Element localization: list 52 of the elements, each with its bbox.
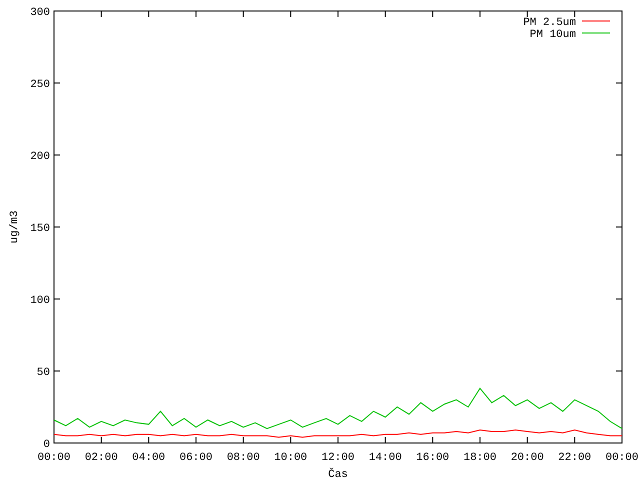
tick-label: 18:00 xyxy=(464,452,496,464)
axis-title: ug/m3 xyxy=(9,210,21,244)
tick-label: 22:00 xyxy=(558,452,592,464)
tick-mark xyxy=(384,436,386,444)
tick-mark xyxy=(574,10,576,18)
tick-mark xyxy=(242,10,244,18)
tick-mark xyxy=(290,436,292,444)
axis-title: Čas xyxy=(328,469,348,480)
tick-label: 04:00 xyxy=(132,452,166,464)
tick-mark xyxy=(290,10,292,18)
tick-label: 10:00 xyxy=(274,452,308,464)
tick-label: 06:00 xyxy=(180,452,212,464)
tick-label: 250 xyxy=(30,79,50,91)
tick-mark xyxy=(616,298,622,300)
tick-mark xyxy=(242,436,244,444)
tick-mark xyxy=(432,10,434,18)
legend-label: PM 10um xyxy=(530,29,576,41)
legend-line xyxy=(582,32,610,34)
tick-label: 0 xyxy=(43,439,50,451)
tick-label: 50 xyxy=(36,367,50,379)
tick-label: 300 xyxy=(30,7,50,19)
tick-mark xyxy=(54,226,60,228)
tick-mark xyxy=(574,436,576,444)
tick-mark xyxy=(54,370,60,372)
legend-label: PM 2.5um xyxy=(523,17,576,29)
tick-label: 20:00 xyxy=(510,452,544,464)
tick-mark xyxy=(384,10,386,18)
tick-label: 200 xyxy=(30,151,50,163)
tick-label: 14:00 xyxy=(368,452,402,464)
tick-mark xyxy=(526,10,528,18)
tick-mark xyxy=(100,10,102,18)
tick-mark xyxy=(100,436,102,444)
tick-mark xyxy=(54,298,60,300)
tick-label: 12:00 xyxy=(322,452,354,464)
tick-mark xyxy=(616,226,622,228)
tick-mark xyxy=(526,436,528,444)
tick-mark xyxy=(616,154,622,156)
tick-mark xyxy=(54,154,60,156)
tick-label: 08:00 xyxy=(226,452,260,464)
tick-label: 02:00 xyxy=(84,452,118,464)
tick-label: 00:00 xyxy=(606,452,638,464)
tick-label: 100 xyxy=(30,295,50,307)
tick-mark xyxy=(432,436,434,444)
tick-mark xyxy=(616,370,622,372)
tick-mark xyxy=(616,82,622,84)
tick-label: 16:00 xyxy=(416,452,450,464)
tick-mark xyxy=(54,82,60,84)
legend-line xyxy=(582,20,610,22)
tick-label: 150 xyxy=(30,223,50,235)
tick-label: 00:00 xyxy=(38,452,70,464)
tick-mark xyxy=(148,436,150,444)
tick-mark xyxy=(148,10,150,18)
